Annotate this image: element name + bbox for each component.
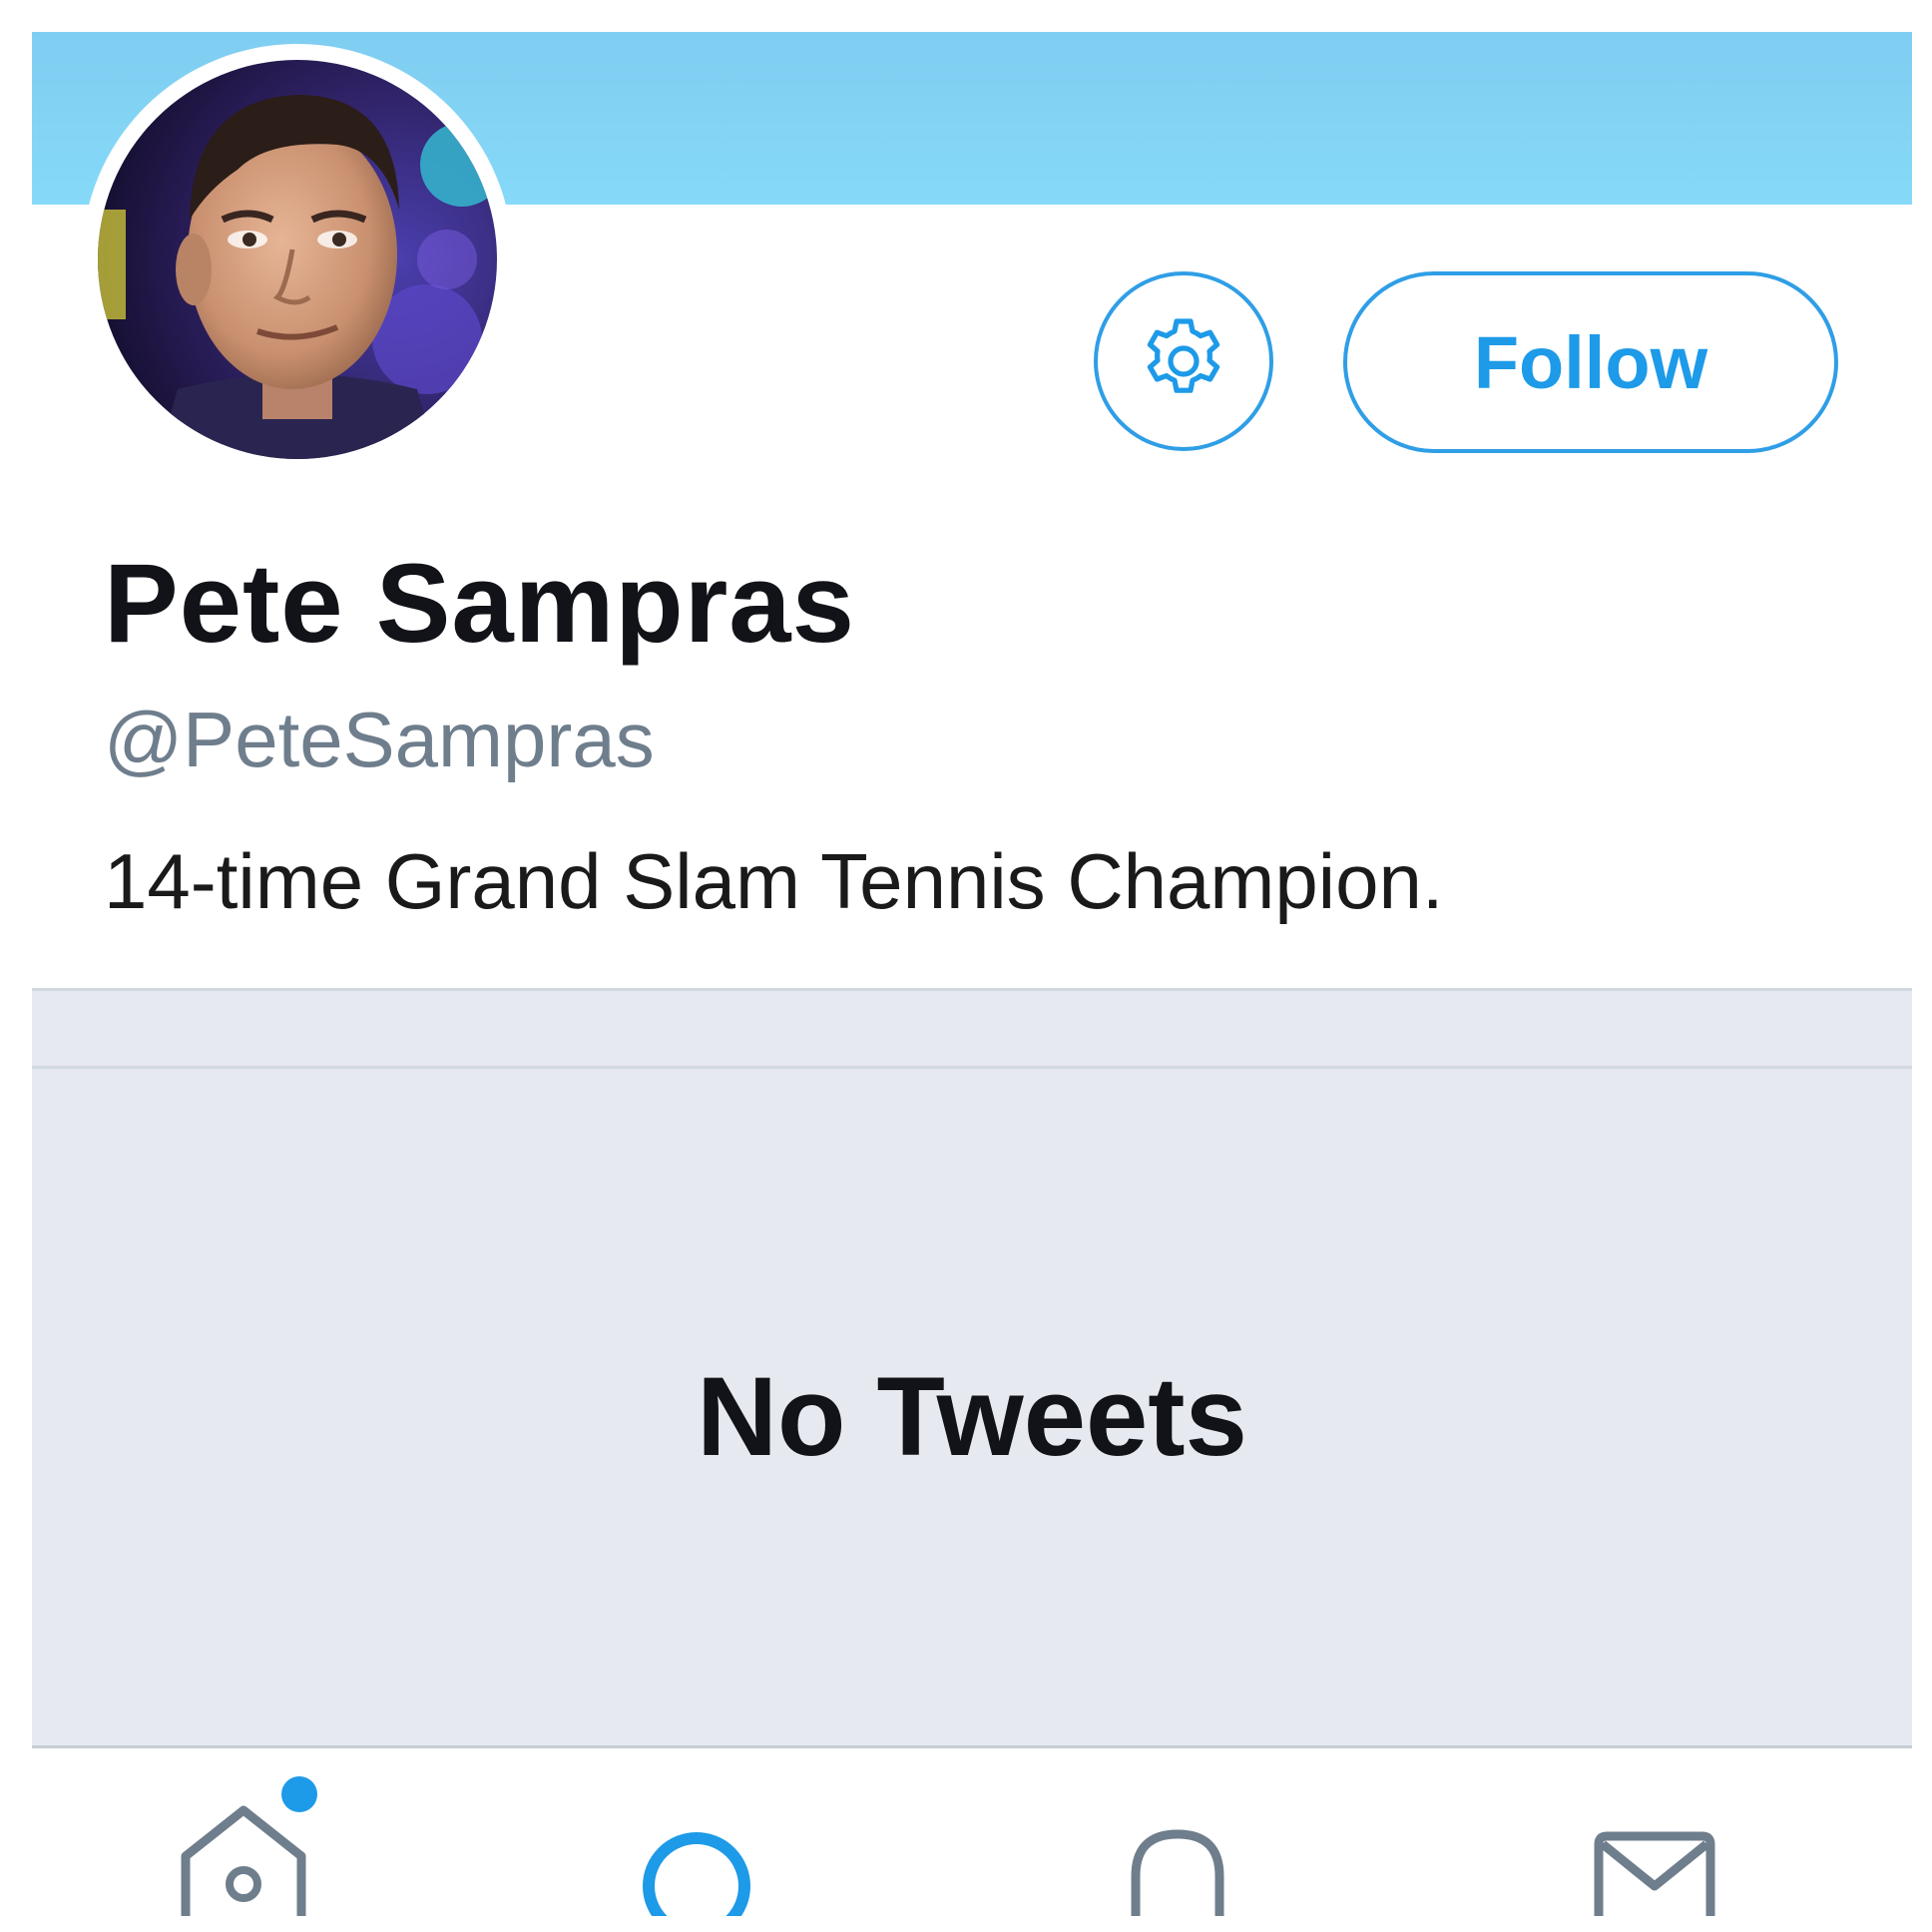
profile-screen: Follow Pete Sampras @PeteSampras 14-time… (32, 32, 1912, 1916)
follow-button-label: Follow (1473, 320, 1708, 404)
empty-timeline-message: No Tweets (697, 1354, 1247, 1479)
tab-messages[interactable] (1555, 1748, 1754, 1916)
bottom-tab-bar (32, 1748, 1912, 1916)
divider (32, 1066, 1912, 1069)
tab-search[interactable] (595, 1748, 794, 1916)
notification-dot (281, 1776, 317, 1812)
profile-handle: @PeteSampras (104, 696, 655, 783)
follow-button[interactable]: Follow (1343, 271, 1838, 453)
tweet-timeline: No Tweets (32, 988, 1912, 1748)
search-icon (643, 1832, 750, 1916)
tab-notifications[interactable] (1078, 1748, 1277, 1916)
mail-icon (1594, 1831, 1715, 1916)
profile-bio: 14-time Grand Slam Tennis Champion. (104, 837, 1444, 925)
profile-settings-button[interactable] (1094, 271, 1273, 451)
gear-icon (1147, 318, 1220, 393)
avatar[interactable] (82, 44, 513, 475)
home-icon (181, 1776, 317, 1916)
tab-home[interactable] (144, 1748, 343, 1916)
profile-name: Pete Sampras (104, 541, 855, 666)
bell-icon (1131, 1829, 1224, 1916)
avatar-image (98, 60, 497, 459)
